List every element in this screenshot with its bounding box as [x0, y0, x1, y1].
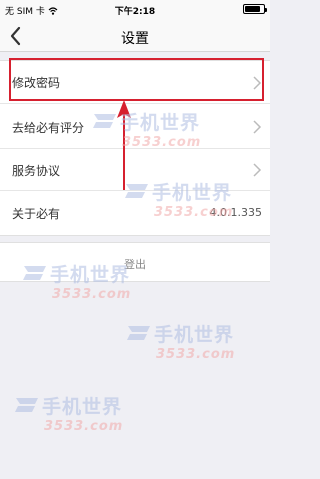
watermark: 手机世界 3533.com	[14, 392, 154, 444]
settings-item-label: 修改密码	[12, 76, 61, 90]
logout-label: 登出	[124, 258, 146, 271]
battery-level	[245, 6, 261, 12]
chevron-right-icon	[253, 120, 262, 134]
settings-item-change-password[interactable]: 修改密码	[0, 61, 270, 104]
watermark-site: 3533.com	[52, 287, 132, 302]
version-value: 4.0.1.335	[209, 206, 262, 219]
settings-item-service-agreement[interactable]: 服务协议	[0, 149, 270, 191]
status-time: 下午2:18	[114, 7, 156, 17]
logout-button[interactable]: 登出	[0, 242, 270, 282]
settings-item-label: 去给必有评分	[12, 121, 85, 135]
watermark-site: 3533.com	[156, 347, 236, 362]
settings-item-label: 服务协议	[12, 164, 61, 178]
settings-item-label: 关于必有	[12, 207, 61, 221]
battery-icon	[243, 4, 267, 14]
settings-list: 修改密码 去给必有评分 服务协议 关于必有 4.0.1.335	[0, 60, 270, 236]
watermark-site: 3533.com	[44, 419, 124, 434]
settings-item-rate-app[interactable]: 去给必有评分	[0, 104, 270, 149]
settings-screen: 无 SIM 卡 下午2:18 设置 修改密码 去给必有评分 服务协议 关于必有 …	[0, 0, 270, 479]
status-bar: 无 SIM 卡 下午2:18	[0, 0, 270, 20]
settings-item-about[interactable]: 关于必有 4.0.1.335	[0, 191, 270, 235]
watermark-logo-icon	[127, 326, 150, 340]
status-right	[243, 4, 267, 14]
watermark-logo-icon	[15, 398, 38, 412]
nav-bar: 设置	[0, 20, 270, 52]
watermark: 手机世界 3533.com	[126, 320, 266, 372]
page-title: 设置	[121, 31, 149, 47]
watermark-name: 手机世界	[154, 324, 235, 346]
chevron-right-icon	[253, 163, 262, 177]
chevron-right-icon	[253, 76, 262, 90]
watermark-name: 手机世界	[42, 396, 123, 418]
